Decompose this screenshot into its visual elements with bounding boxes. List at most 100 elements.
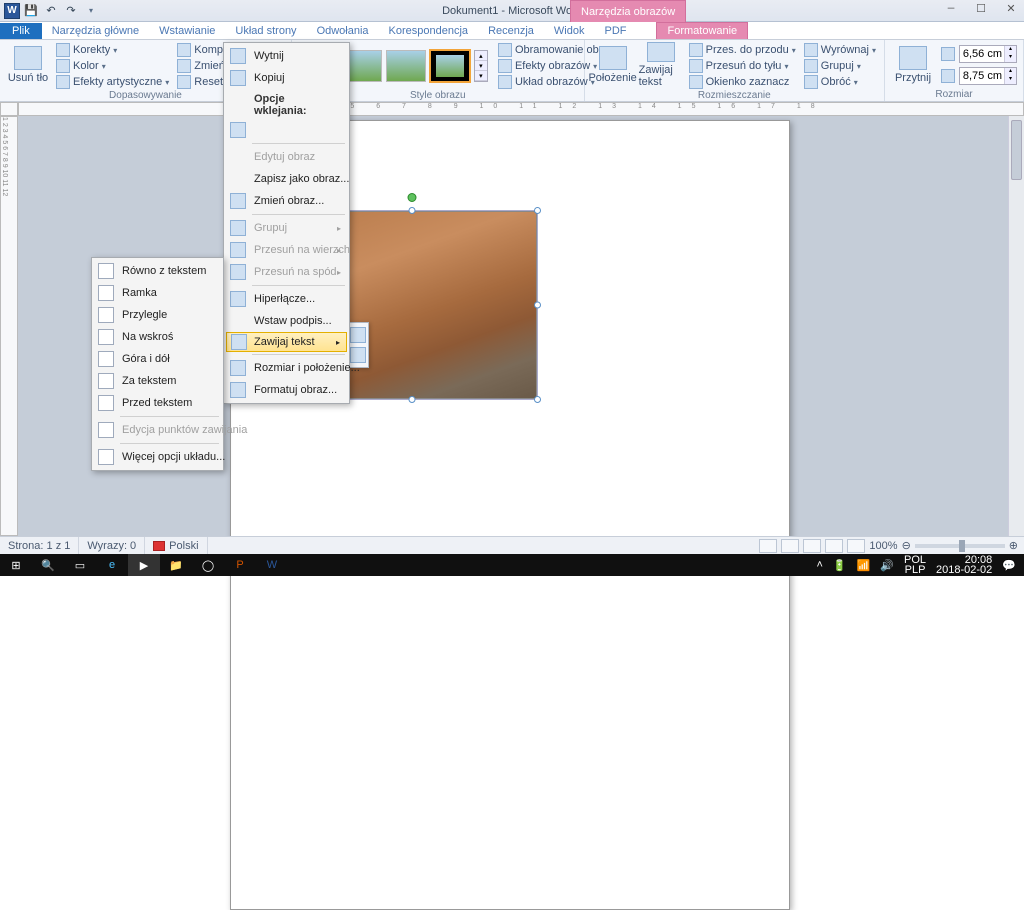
- lang-icon: [153, 541, 165, 551]
- store-icon[interactable]: ▶: [128, 554, 160, 576]
- start-button[interactable]: ⊞: [0, 554, 32, 576]
- gallery-scroll[interactable]: ▴▾▾: [474, 50, 488, 82]
- file-explorer-icon[interactable]: 📁: [160, 554, 192, 576]
- tab-view[interactable]: Widok: [544, 23, 595, 39]
- wrap-square[interactable]: Ramka: [94, 282, 221, 304]
- height-input[interactable]: ▴▾: [959, 45, 1017, 63]
- vertical-scrollbar[interactable]: [1008, 116, 1024, 536]
- qat-dropdown-icon[interactable]: ▾: [82, 2, 100, 20]
- menu-insert-caption[interactable]: Wstaw podpis...: [226, 310, 347, 332]
- corrections-button[interactable]: Korekty ▾: [54, 43, 119, 57]
- tab-file[interactable]: Plik: [0, 23, 42, 39]
- rotate-button[interactable]: Obróć ▾: [802, 75, 860, 89]
- crop-button[interactable]: Przytnij: [891, 42, 935, 88]
- task-view-icon[interactable]: ▭: [64, 554, 96, 576]
- notification-icon[interactable]: 💬: [1002, 559, 1016, 572]
- menu-cut[interactable]: Wytnij: [226, 45, 347, 67]
- position-button[interactable]: Położenie: [591, 42, 635, 88]
- zoom-out-button[interactable]: ⊖: [902, 539, 911, 552]
- menu-save-as-image[interactable]: Zapisz jako obraz...: [226, 168, 347, 190]
- undo-icon[interactable]: ↶: [42, 2, 60, 20]
- picture-icon[interactable]: [350, 327, 366, 343]
- wrap-through[interactable]: Na wskroś: [94, 326, 221, 348]
- color-button[interactable]: Kolor ▾: [54, 59, 108, 73]
- wifi-icon[interactable]: 📶: [857, 559, 871, 572]
- view-outline[interactable]: [825, 539, 843, 553]
- tab-page-layout[interactable]: Układ strony: [225, 23, 306, 39]
- status-page[interactable]: Strona: 1 z 1: [0, 537, 79, 554]
- front-icon: [230, 242, 246, 258]
- artistic-effects-button[interactable]: Efekty artystyczne ▾: [54, 75, 171, 89]
- zoom-level[interactable]: 100%: [869, 540, 897, 552]
- tab-pdf[interactable]: PDF: [594, 23, 636, 39]
- zoom-knob[interactable]: [959, 540, 965, 552]
- send-backward-button[interactable]: Przesuń do tyłu ▾: [687, 59, 791, 73]
- resize-handle[interactable]: [409, 207, 416, 214]
- wrap-front[interactable]: Przed tekstem: [94, 392, 221, 414]
- wrap-text-button[interactable]: Zawijaj tekst: [639, 42, 683, 88]
- menu-wrap-text[interactable]: Zawijaj tekst▸: [226, 332, 347, 352]
- tray-up-icon[interactable]: ˄: [816, 559, 822, 571]
- edge-icon[interactable]: e: [96, 554, 128, 576]
- battery-icon[interactable]: 🔋: [833, 559, 847, 572]
- minimize-button[interactable]: —: [942, 2, 960, 16]
- wrap-icon[interactable]: [350, 347, 366, 363]
- resize-handle[interactable]: [534, 207, 541, 214]
- close-button[interactable]: ✕: [1002, 2, 1020, 16]
- horizontal-ruler[interactable]: 1 2 3 4 5 6 7 8 9 10 11 12 13 14 15 16 1…: [18, 102, 1024, 116]
- chrome-icon[interactable]: ◯: [192, 554, 224, 576]
- menu-copy[interactable]: Kopiuj: [226, 67, 347, 89]
- picture-layout-button[interactable]: Układ obrazów ▾: [496, 75, 597, 89]
- paste-option[interactable]: [226, 119, 347, 141]
- clock[interactable]: 20:082018-02-02: [936, 555, 992, 575]
- remove-background-button[interactable]: Usuń tło: [6, 42, 50, 88]
- wrap-tight[interactable]: Przylegle: [94, 304, 221, 326]
- status-language[interactable]: Polski: [145, 537, 207, 554]
- view-web-layout[interactable]: [803, 539, 821, 553]
- menu-format-image[interactable]: Formatuj obraz...: [226, 379, 347, 401]
- vertical-ruler[interactable]: 1 2 3 4 5 6 7 8 9 10 11 12: [0, 116, 18, 536]
- width-input[interactable]: ▴▾: [959, 67, 1017, 85]
- powerpoint-icon[interactable]: P: [224, 554, 256, 576]
- view-full-screen[interactable]: [781, 539, 799, 553]
- maximize-button[interactable]: ☐: [972, 2, 990, 16]
- bring-forward-button[interactable]: Przes. do przodu ▾: [687, 43, 798, 57]
- tab-references[interactable]: Odwołania: [307, 23, 379, 39]
- tab-format[interactable]: Formatowanie: [656, 22, 748, 39]
- word-taskbar-icon[interactable]: W: [256, 554, 288, 576]
- resize-handle[interactable]: [534, 396, 541, 403]
- style-thumb-selected[interactable]: [430, 50, 470, 82]
- wrap-behind[interactable]: Za tekstem: [94, 370, 221, 392]
- align-button[interactable]: Wyrównaj ▾: [802, 43, 878, 57]
- view-draft[interactable]: [847, 539, 865, 553]
- tab-home[interactable]: Narzędzia główne: [42, 23, 149, 39]
- view-print-layout[interactable]: [759, 539, 777, 553]
- zoom-in-button[interactable]: ⊕: [1009, 539, 1018, 552]
- wrap-top-bottom[interactable]: Góra i dół: [94, 348, 221, 370]
- status-words[interactable]: Wyrazy: 0: [79, 537, 145, 554]
- menu-change-image[interactable]: Zmień obraz...: [226, 190, 347, 212]
- tab-insert[interactable]: Wstawianie: [149, 23, 225, 39]
- menu-hyperlink[interactable]: Hiperłącze...: [226, 288, 347, 310]
- group-size: Przytnij ▴▾ ▴▾ Rozmiar: [885, 40, 1024, 101]
- group-button[interactable]: Grupuj ▾: [802, 59, 863, 73]
- volume-icon[interactable]: 🔊: [880, 559, 894, 572]
- menu-separator: [120, 443, 219, 444]
- style-thumb[interactable]: [386, 50, 426, 82]
- redo-icon[interactable]: ↷: [62, 2, 80, 20]
- input-language[interactable]: POLPLP: [904, 555, 926, 575]
- save-icon[interactable]: 💾: [22, 2, 40, 20]
- zoom-slider[interactable]: [915, 544, 1005, 548]
- tab-mailings[interactable]: Korespondencja: [379, 23, 479, 39]
- wrap-more-options[interactable]: Więcej opcji układu...: [94, 446, 221, 468]
- search-icon[interactable]: 🔍: [32, 554, 64, 576]
- menu-size-position[interactable]: Rozmiar i położenie...: [226, 357, 347, 379]
- rotate-handle[interactable]: [408, 193, 417, 202]
- tab-review[interactable]: Recenzja: [478, 23, 544, 39]
- scrollbar-thumb[interactable]: [1011, 120, 1022, 180]
- resize-handle[interactable]: [534, 302, 541, 309]
- selection-pane-button[interactable]: Okienko zaznacz: [687, 75, 792, 89]
- resize-handle[interactable]: [409, 396, 416, 403]
- wrap-inline[interactable]: Równo z tekstem: [94, 260, 221, 282]
- wrap-edit-icon: [98, 422, 114, 438]
